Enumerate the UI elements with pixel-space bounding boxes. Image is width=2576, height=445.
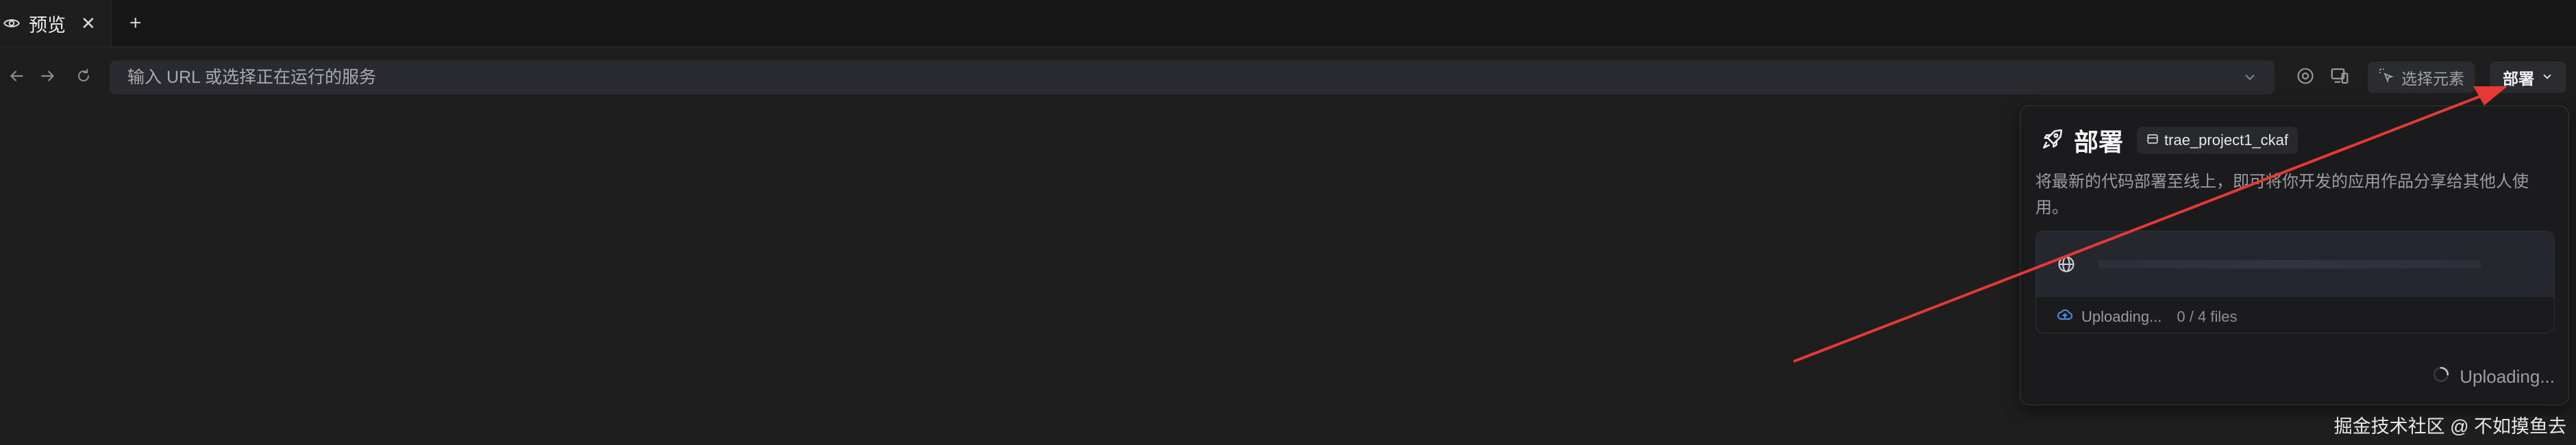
url-placeholder-skeleton xyxy=(2098,260,2481,268)
deploy-button[interactable]: 部署 xyxy=(2490,62,2566,93)
url-bar xyxy=(110,60,2275,94)
arrow-left-icon xyxy=(8,67,25,88)
project-chip: trae_project1_ckaf xyxy=(2137,127,2299,154)
eye-icon xyxy=(3,14,21,32)
tab-label: 预览 xyxy=(29,14,66,36)
refresh-button[interactable] xyxy=(67,61,100,94)
deploy-panel: 部署 trae_project1_ckaf 将最新的代码部署至线上，即可将你开发… xyxy=(2020,105,2569,405)
forward-button[interactable] xyxy=(32,61,64,94)
rocket-icon xyxy=(2041,127,2064,154)
project-name: trae_project1_ckaf xyxy=(2164,131,2289,149)
devices-icon xyxy=(2329,66,2350,90)
globe-icon xyxy=(2057,255,2076,277)
uploading-button-label: Uploading... xyxy=(2460,366,2555,387)
cursor-select-icon xyxy=(2378,67,2394,88)
deploy-label: 部署 xyxy=(2503,70,2534,88)
upload-status: Uploading... 0 / 4 files xyxy=(2057,307,2237,327)
refresh-icon xyxy=(75,68,92,88)
url-input[interactable] xyxy=(110,66,2236,88)
tab-preview[interactable]: 预览 ✕ xyxy=(0,0,112,47)
select-element-label: 选择元素 xyxy=(2401,70,2464,88)
arrow-right-icon xyxy=(39,67,57,88)
deployment-url-area xyxy=(2036,231,2554,297)
upload-status-text: Uploading... xyxy=(2081,308,2162,325)
browser-toolbar: 选择元素 部署 xyxy=(0,55,2576,100)
tab-bar: 预览 ✕ + xyxy=(0,0,2576,47)
upload-file-count: 0 / 4 files xyxy=(2177,308,2238,325)
uploading-button[interactable]: Uploading... xyxy=(2432,366,2555,388)
panel-description: 将最新的代码部署至线上，即可将你开发的应用作品分享给其他人使用。 xyxy=(2035,173,2529,217)
panel-title: 部署 xyxy=(2074,128,2124,156)
close-icon[interactable]: ✕ xyxy=(81,14,96,32)
chevron-down-icon xyxy=(2541,68,2553,87)
panel-header: 部署 trae_project1_ckaf xyxy=(2041,123,2299,158)
deployment-card: Uploading... 0 / 4 files xyxy=(2035,231,2555,333)
chevron-down-icon[interactable] xyxy=(2236,64,2264,91)
record-button[interactable] xyxy=(2291,63,2320,92)
select-element-button[interactable]: 选择元素 xyxy=(2368,62,2475,93)
cloud-upload-icon xyxy=(2057,307,2073,327)
add-tab-button[interactable]: + xyxy=(112,0,160,47)
back-button[interactable] xyxy=(0,61,33,94)
watermark: 掘金技术社区 @ 不如摸鱼去 xyxy=(2333,416,2566,437)
project-icon xyxy=(2146,131,2159,149)
spinner-icon xyxy=(2432,366,2450,388)
app-window: 预览 ✕ + 输入 URL 或选择正在运行的服务 选择元素 部署 部署 trae… xyxy=(0,0,2576,445)
target-icon xyxy=(2296,66,2315,89)
device-view-button[interactable] xyxy=(2325,63,2354,92)
